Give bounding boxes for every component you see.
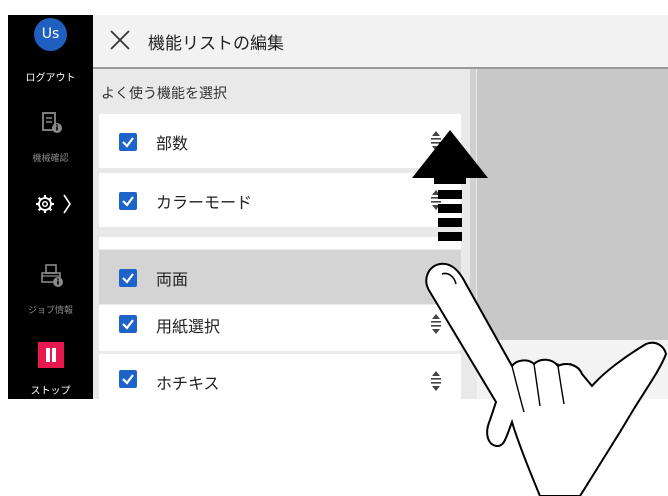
checkbox-checked[interactable] <box>119 370 137 388</box>
list-item-staple[interactable]: ホチキス <box>99 354 461 399</box>
checkbox-checked[interactable] <box>119 192 137 210</box>
job-info-label: ジョブ情報 <box>27 306 73 316</box>
checkbox-checked[interactable] <box>119 133 137 151</box>
section-label: よく使う機能を選択 <box>101 86 227 102</box>
list-item-paper-select[interactable]: 用紙選択 <box>99 305 461 351</box>
list-item-label: 両面 <box>156 270 189 289</box>
checkbox-checked[interactable] <box>119 315 137 333</box>
close-icon[interactable] <box>109 29 131 51</box>
checkmark-icon <box>122 137 134 148</box>
list-item-label: 用紙選択 <box>156 317 221 336</box>
machine-check-label: 機械確認 <box>32 154 69 164</box>
stop-button[interactable] <box>38 342 64 368</box>
logout-label[interactable]: ログアウト <box>8 69 93 84</box>
list-item-color-mode[interactable]: カラーモード <box>99 173 461 227</box>
list-item-duplex[interactable]: 両面 <box>99 250 461 304</box>
drag-up-arrow-icon <box>412 130 488 241</box>
checkmark-icon <box>122 196 134 207</box>
checkmark-icon <box>122 374 134 385</box>
pointing-hand-icon <box>425 262 668 496</box>
page-title: 機能リストの編集 <box>148 34 284 54</box>
dialog-header: 機能リストの編集 <box>93 15 668 69</box>
list-item-label: カラーモード <box>156 193 253 212</box>
checkbox-checked[interactable] <box>119 269 137 287</box>
drop-placeholder <box>99 237 461 249</box>
job-info-icon[interactable] <box>39 263 65 289</box>
machine-check-icon[interactable] <box>40 111 64 135</box>
checkmark-icon <box>122 273 134 284</box>
left-rail: Us ログアウト 機械確認 ジョブ情報 ストップ <box>8 15 93 399</box>
list-item-label: 部数 <box>156 134 189 153</box>
list-item-label: ホチキス <box>156 374 220 393</box>
stop-label: ストップ <box>30 386 71 397</box>
checkmark-icon <box>122 319 134 330</box>
user-avatar[interactable]: Us <box>34 18 67 51</box>
settings-gear-icon[interactable] <box>34 192 74 216</box>
list-item-copies[interactable]: 部数 <box>99 114 461 168</box>
